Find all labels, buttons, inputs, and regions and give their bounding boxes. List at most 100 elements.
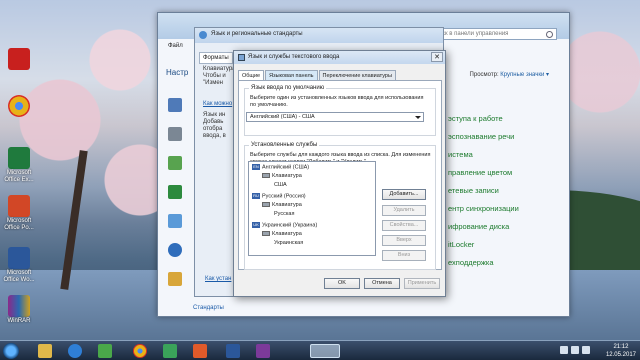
desktop-icon-excel[interactable]: Microsoft Office Ex... bbox=[2, 147, 36, 184]
properties-button[interactable]: Свойства... bbox=[382, 220, 426, 231]
clock[interactable]: 21:12 12.05.2017 bbox=[606, 343, 636, 359]
tree-label: Клавиатура bbox=[272, 231, 302, 237]
move-down-button[interactable]: Вниз bbox=[382, 250, 426, 261]
network-icon[interactable] bbox=[571, 346, 579, 354]
tree-category-node[interactable]: Клавиатура bbox=[262, 202, 302, 208]
dialog-titlebar: Язык и службы текстового ввода ✕ bbox=[234, 51, 445, 64]
panel-link[interactable]: ентр синхронизации bbox=[448, 200, 519, 218]
keyboard-icon bbox=[262, 231, 270, 237]
media-player-icon[interactable] bbox=[68, 344, 82, 358]
volume-icon[interactable] bbox=[582, 346, 590, 354]
view-value[interactable]: Крупные значки ▾ bbox=[500, 72, 549, 78]
regional-title: Язык и региональные стандарты bbox=[211, 31, 303, 37]
desktop-icon-chrome[interactable] bbox=[2, 95, 36, 118]
search-icon[interactable] bbox=[546, 31, 553, 38]
explorer-icon[interactable] bbox=[38, 344, 52, 358]
tree-language-node[interactable]: EN Английский (США) bbox=[252, 164, 309, 170]
regional-text: отобра bbox=[203, 126, 223, 132]
tree-layout-node[interactable]: Украинская bbox=[274, 240, 303, 246]
regional-link[interactable]: Как можно bbox=[203, 101, 236, 108]
dialog-title: Язык и службы текстового ввода bbox=[248, 54, 340, 60]
tree-layout-node[interactable]: Русская bbox=[274, 211, 294, 217]
desktop-icon-acrobat[interactable] bbox=[2, 48, 36, 71]
panel-item-icon bbox=[168, 185, 182, 199]
tab-formats[interactable]: Форматы bbox=[199, 52, 233, 64]
regional-bottom-link[interactable]: Как устан bbox=[205, 276, 231, 282]
group-description: Выберите один из установленных языков вв… bbox=[250, 95, 424, 108]
tree-layout-node[interactable]: США bbox=[274, 182, 287, 188]
word-icon[interactable] bbox=[226, 344, 240, 358]
panel-item-icon bbox=[168, 98, 182, 112]
panel-link[interactable]: ифрование диска bbox=[448, 218, 519, 236]
apply-button[interactable]: Применить bbox=[404, 278, 440, 289]
tree-category-node[interactable]: Клавиатура bbox=[262, 231, 302, 237]
panel-link[interactable]: эступа к работе bbox=[448, 110, 519, 128]
word-icon bbox=[8, 247, 30, 269]
panel-item-icon bbox=[168, 243, 182, 257]
tab-keyboard-switch[interactable]: Переключение клавиатуры bbox=[318, 70, 396, 80]
utorrent-icon[interactable] bbox=[98, 344, 112, 358]
recorder-icon[interactable] bbox=[193, 344, 207, 358]
panel-item-icon bbox=[168, 214, 182, 228]
tree-label: Украинский (Украина) bbox=[262, 222, 318, 229]
tree-label: Русский (Россия) bbox=[262, 193, 306, 200]
tree-label: Английский (США) bbox=[262, 164, 310, 171]
tab-general[interactable]: Общие bbox=[238, 70, 265, 80]
close-button[interactable]: ✕ bbox=[431, 52, 443, 62]
clock-time: 21:12 bbox=[613, 344, 629, 350]
dialog-tabs: Общие Языковая панель Переключение клави… bbox=[238, 70, 397, 80]
tray-icon[interactable] bbox=[560, 346, 568, 354]
powerpoint-icon bbox=[8, 195, 30, 217]
keyboard-icon bbox=[238, 54, 245, 61]
default-language-select[interactable]: Английский (США) - США bbox=[246, 112, 424, 122]
ok-button[interactable]: OK bbox=[324, 278, 360, 289]
tree-label: Русская bbox=[274, 211, 295, 217]
panel-link[interactable]: правление цветом bbox=[448, 164, 519, 182]
add-button[interactable]: Добавить... bbox=[382, 189, 426, 200]
tree-label: США bbox=[274, 182, 287, 188]
tree-language-node[interactable]: RU Русский (Россия) bbox=[252, 193, 306, 199]
tree-label: Клавиатура bbox=[272, 202, 302, 208]
desktop-icon-winrar[interactable]: WinRAR bbox=[2, 295, 36, 325]
regional-text: Добавь bbox=[203, 119, 224, 125]
menu-file[interactable]: Файл bbox=[168, 43, 183, 49]
text-services-dialog: Язык и службы текстового ввода ✕ Общие Я… bbox=[233, 50, 446, 297]
desktop-icon-label: Microsoft Office Ex... bbox=[4, 170, 34, 183]
regional-text: "Измен bbox=[203, 80, 223, 86]
view-selector[interactable]: Просмотр: Крупные значки ▾ bbox=[470, 71, 549, 78]
tree-language-node[interactable]: UK Украинский (Украина) bbox=[252, 222, 317, 228]
desktop-icon-label: Microsoft Office Wo... bbox=[3, 270, 35, 283]
control-panel-taskbar-icon[interactable] bbox=[310, 344, 340, 358]
panel-link[interactable]: ехподдержка bbox=[448, 254, 519, 272]
panel-link[interactable]: itLocker bbox=[448, 236, 519, 254]
desktop-icon-powerpoint[interactable]: Microsoft Office Po... bbox=[2, 195, 36, 232]
desktop-icon-word[interactable]: Microsoft Office Wo... bbox=[2, 247, 36, 284]
tab-language-bar[interactable]: Языковая панель bbox=[265, 70, 318, 80]
winrar-icon bbox=[8, 295, 30, 317]
onenote-icon[interactable] bbox=[256, 344, 270, 358]
group-title: Язык ввода по умолчанию bbox=[249, 85, 327, 91]
panel-link[interactable]: эспознавание речи bbox=[448, 128, 519, 146]
flag-icon: EN bbox=[252, 164, 260, 170]
services-tree[interactable]: EN Английский (США) Клавиатура США RU Русс… bbox=[248, 161, 376, 256]
camtasia-icon[interactable] bbox=[163, 344, 177, 358]
panel-link[interactable]: етевые записи bbox=[448, 182, 519, 200]
clock-date: 12.05.2017 bbox=[605, 352, 636, 358]
panel-bottom-link[interactable]: Стандарты bbox=[193, 305, 224, 311]
search-input[interactable]: Поиск в панели управления bbox=[427, 28, 557, 40]
regional-titlebar: Язык и региональные стандарты bbox=[195, 28, 443, 43]
chrome-icon[interactable] bbox=[133, 344, 147, 358]
group-title: Установленные службы bbox=[249, 142, 320, 148]
remove-button[interactable]: Удалить bbox=[382, 205, 426, 216]
flag-icon: UK bbox=[252, 222, 260, 228]
panel-item-icon bbox=[168, 127, 182, 141]
keyboard-icon bbox=[262, 173, 270, 179]
move-up-button[interactable]: Вверх bbox=[382, 235, 426, 246]
cancel-button[interactable]: Отмена bbox=[364, 278, 400, 289]
tree-category-node[interactable]: Клавиатура bbox=[262, 173, 302, 179]
control-panel-heading: Настр bbox=[166, 68, 189, 77]
desktop-icon-label: WinRAR bbox=[7, 318, 31, 324]
panel-link[interactable]: истема bbox=[448, 146, 519, 164]
start-button[interactable] bbox=[3, 343, 19, 359]
view-label: Просмотр: bbox=[469, 72, 499, 78]
